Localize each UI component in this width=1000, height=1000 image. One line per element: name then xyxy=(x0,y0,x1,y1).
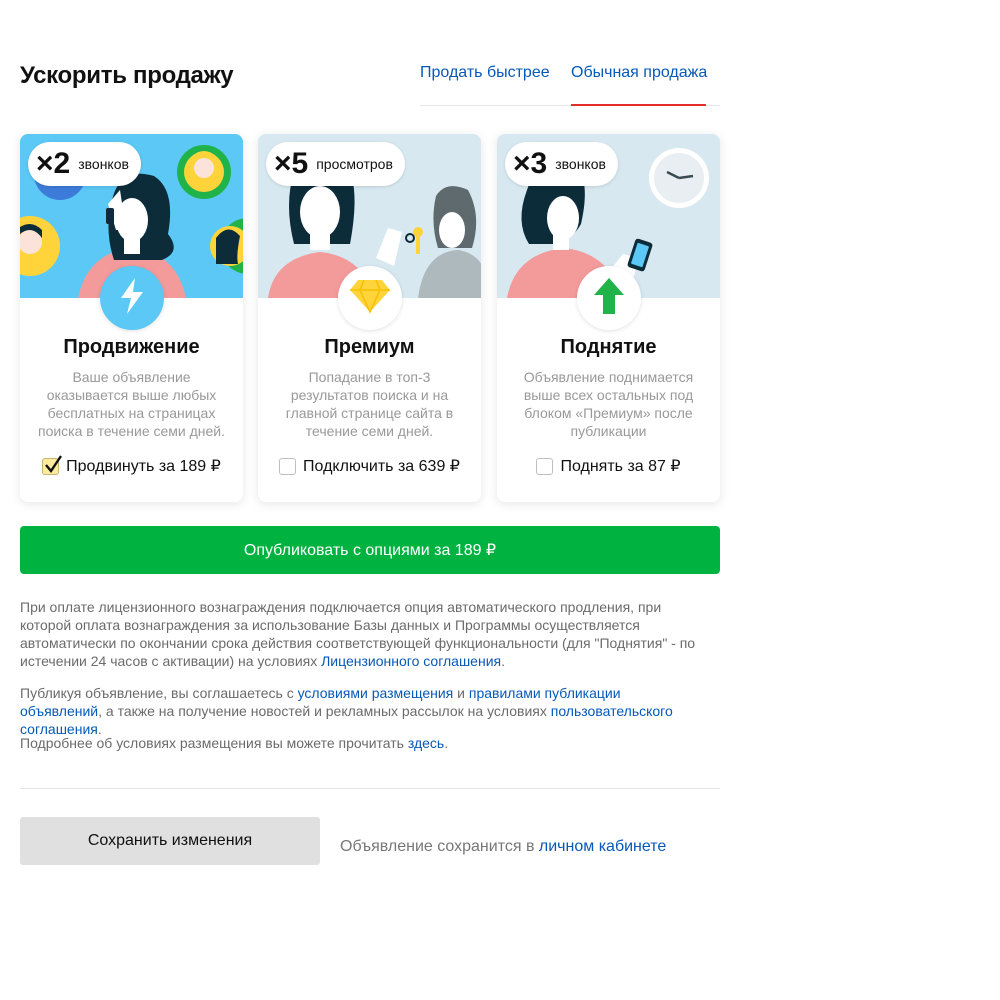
option-label: Подключить за 639 ₽ xyxy=(303,458,460,475)
card-premium: ×5 просмотров Премиум Попадание в топ-3 … xyxy=(258,134,481,502)
save-changes-button[interactable]: Сохранить изменения xyxy=(20,817,320,865)
header: Ускорить продажу Продать быстрее Обычная… xyxy=(20,56,720,106)
card-title: Премиум xyxy=(324,336,415,358)
tabs: Продать быстрее Обычная продажа xyxy=(420,56,720,106)
license-notice: При оплате лицензионного вознаграждения … xyxy=(20,599,696,669)
card-title: Поднятие xyxy=(560,336,657,358)
premium-option[interactable]: Подключить за 639 ₽ xyxy=(258,456,481,476)
calls-badge: ×3 звонков xyxy=(505,142,618,186)
lightning-icon xyxy=(117,276,147,321)
card-description: Попадание в топ-3 результатов поиска и н… xyxy=(285,369,454,439)
icon-circle xyxy=(338,266,402,330)
promote-option[interactable]: Продвинуть за 189 ₽ xyxy=(20,454,243,476)
here-link[interactable]: здесь xyxy=(408,735,444,751)
checkbox-checked[interactable] xyxy=(42,454,63,475)
checkbox-unchecked[interactable] xyxy=(536,457,554,475)
option-label: Продвинуть за 189 ₽ xyxy=(66,458,221,475)
card-title: Продвижение xyxy=(63,336,200,358)
diamond-icon xyxy=(348,278,392,319)
license-agreement-link[interactable]: Лицензионного соглашения xyxy=(321,653,501,669)
tab-regular-sale[interactable]: Обычная продажа xyxy=(571,64,707,106)
card-raise: ×3 звонков Поднятие Объявление поднимает… xyxy=(497,134,720,502)
placement-terms-link[interactable]: условиями размещения xyxy=(298,685,454,701)
more-info-notice: Подробнее об условиях размещения вы може… xyxy=(20,735,449,751)
tab-sell-faster[interactable]: Продать быстрее xyxy=(420,64,550,106)
card-description: Объявление поднимается выше всех остальн… xyxy=(523,369,694,439)
raise-option[interactable]: Поднять за 87 ₽ xyxy=(497,456,720,476)
save-note: Объявление сохранится в личном кабинете xyxy=(340,838,667,855)
divider xyxy=(20,788,720,789)
option-label: Поднять за 87 ₽ xyxy=(560,458,681,475)
service-cards: ×2 звонков Продвижение Ваше объявление о… xyxy=(20,134,720,502)
calls-badge: ×2 звонков xyxy=(28,142,141,186)
arrow-up-icon xyxy=(593,277,625,320)
icon-circle xyxy=(100,266,164,330)
card-promotion: ×2 звонков Продвижение Ваше объявление о… xyxy=(20,134,243,502)
page-title: Ускорить продажу xyxy=(20,62,234,89)
checkbox-unchecked[interactable] xyxy=(279,457,297,475)
personal-account-link[interactable]: личном кабинете xyxy=(539,838,666,855)
publish-button[interactable]: Опубликовать с опциями за 189 ₽ xyxy=(20,526,720,574)
icon-circle xyxy=(577,266,641,330)
card-description: Ваше объявление оказывается выше любых б… xyxy=(37,369,226,439)
consent-notice: Публикуя объявление, вы соглашаетесь с у… xyxy=(20,685,673,737)
views-badge: ×5 просмотров xyxy=(266,142,405,186)
